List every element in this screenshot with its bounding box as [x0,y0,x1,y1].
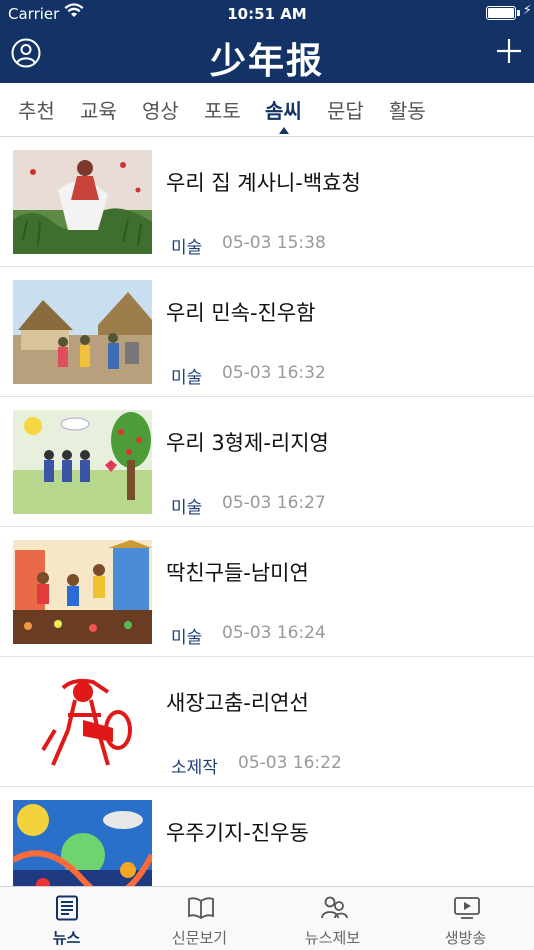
article-category: 미술 [171,628,203,648]
newspaper-icon [188,897,214,920]
status-bar: Carrier 10:51 AM ⚡ [0,0,534,28]
article-thumbnail [13,410,152,514]
list-item[interactable]: 새장고춤-리연선 소제작 05-03 16:22 [0,657,534,787]
tab-qna[interactable]: 문답 [327,95,364,124]
tabbar-label: 뉴스제보 [304,929,361,947]
list-item[interactable]: 우리 민속-진우함 미술 05-03 16:32 [0,267,534,397]
tab-photo[interactable]: 포토 [204,95,241,124]
bottom-tab-bar: 뉴스 신문보기 뉴스제보 생방송 [0,886,534,950]
article-date: 05-03 16:24 [222,623,326,643]
article-thumbnail [13,150,152,254]
tab-activity[interactable]: 활동 [389,95,426,124]
tab-skill[interactable]: 솜씨 [265,95,302,124]
article-date: 05-03 16:32 [222,363,326,383]
tabbar-label: 생방송 [444,929,487,947]
article-category: 미술 [171,238,203,258]
article-title[interactable]: 딱친구들-남미연 [166,557,309,587]
article-category: 소제작 [171,758,218,778]
top-bar: Carrier 10:51 AM ⚡ 少年报 [0,0,534,83]
app-title: 少年报 [209,41,324,82]
article-thumbnail [13,280,152,384]
tabbar-label: 뉴스 [52,929,81,947]
article-title[interactable]: 우주기지-진우동 [166,817,309,847]
tab-education[interactable]: 교육 [80,95,117,124]
report-icon [321,896,348,919]
news-icon [56,895,78,921]
article-thumbnail [13,800,152,886]
article-thumbnail [13,540,152,644]
list-item[interactable]: 딱친구들-남미연 미술 05-03 16:24 [0,527,534,657]
article-date: 05-03 15:38 [222,233,326,253]
tab-recommend[interactable]: 추천 [18,95,55,124]
tab-video[interactable]: 영상 [142,95,179,124]
article-date: 05-03 16:27 [222,493,326,513]
add-icon[interactable] [496,38,522,64]
active-tab-indicator [279,127,289,134]
status-time: 10:51 AM [227,5,307,23]
article-list[interactable]: 우리 집 계사니-백효청 미술 05-03 15:38 우리 민속-진우함 미술… [0,137,534,886]
list-item[interactable]: 우리 집 계사니-백효청 미술 05-03 15:38 [0,137,534,267]
article-title[interactable]: 새장고춤-리연선 [166,687,309,717]
article-category: 미술 [171,498,203,518]
list-item[interactable]: 우주기지-진우동 [0,787,534,886]
tabbar-report[interactable]: 뉴스제보 [266,887,399,950]
tabbar-news[interactable]: 뉴스 [0,887,133,950]
list-item[interactable]: 우리 3형제-리지영 미술 05-03 16:27 [0,397,534,527]
category-tabs: 추천 교육 영상 포토 솜씨 문답 활동 [0,83,534,137]
live-tv-icon [454,897,480,919]
battery-icon [486,6,522,20]
tabbar-live[interactable]: 생방송 [399,887,532,950]
article-date: 05-03 16:22 [238,753,342,773]
article-title[interactable]: 우리 민속-진우함 [166,297,316,327]
tabbar-label: 신문보기 [171,929,228,947]
article-thumbnail [13,670,152,774]
article-title[interactable]: 우리 집 계사니-백효청 [166,167,361,197]
charging-icon: ⚡ [522,3,532,18]
article-title[interactable]: 우리 3형제-리지영 [166,427,329,457]
article-category: 미술 [171,368,203,388]
tabbar-newspaper[interactable]: 신문보기 [133,887,266,950]
